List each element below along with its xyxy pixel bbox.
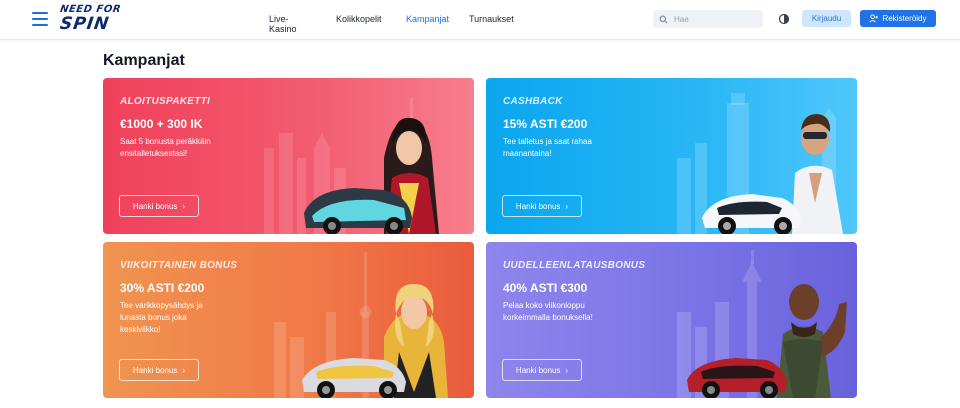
promo-headline: 15% ASTI €200 [503,117,588,131]
promo-illustration [677,250,847,398]
promo-card-reload: UUDELLEENLATAUSBONUS 40% ASTI €300 Pelaa… [486,242,857,398]
nav-item-slots[interactable]: Kolikkopelit [336,14,382,24]
promo-description: Tee talletus ja saat rahaa maanantaina! [503,137,592,158]
promo-headline: €1000 + 300 IK [120,117,203,131]
chevron-right-icon: › [182,201,186,211]
nav-item-tournaments[interactable]: Turnaukset [469,14,514,24]
get-bonus-button[interactable]: Hanki bonus › [502,195,582,217]
promo-tag: CASHBACK [503,96,563,107]
register-button[interactable]: Rekisteröidy [860,10,936,27]
promo-card-welcome: ALOITUSPAKETTI €1000 + 300 IK Saat 5 bon… [103,78,474,234]
promo-headline: 30% ASTI €200 [120,281,205,295]
site-header: NEED FOR SPIN Live-Kasino Kolikkopelit K… [0,0,960,40]
promo-card-cashback: CASHBACK 15% ASTI €200 Tee talletus ja s… [486,78,857,234]
promo-illustration [264,98,439,234]
search-input[interactable] [674,14,754,24]
cta-label: Hanki bonus [515,201,561,211]
user-plus-icon [869,14,879,23]
cta-label: Hanki bonus [132,201,178,211]
page-title: Kampanjat [103,52,185,69]
register-label: Rekisteröidy [882,14,927,23]
chevron-right-icon: › [565,365,569,375]
promo-description: Saat 5 bonusta peräkkäin ensitalletukses… [120,137,211,158]
promo-headline: 40% ASTI €300 [503,281,588,295]
get-bonus-button[interactable]: Hanki bonus › [502,359,582,381]
promo-illustration [677,93,843,234]
nav-item-promotions[interactable]: Kampanjat [406,14,449,24]
promo-tag: ALOITUSPAKETTI [120,96,211,107]
hamburger-menu-icon[interactable] [32,12,48,26]
chevron-right-icon: › [565,201,569,211]
promo-card-weekly: VIIKOITTAINEN BONUS 30% ASTI €200 Tee va… [103,242,474,398]
theme-toggle-icon[interactable] [778,13,790,25]
promo-description: Pelaa koko viikonloppu korkeimmalla bonu… [503,301,593,322]
search-icon [659,15,668,23]
cta-label: Hanki bonus [515,365,561,375]
search-box[interactable] [653,10,763,28]
login-button[interactable]: Kirjaudu [802,10,851,27]
promo-tag: UUDELLEENLATAUSBONUS [503,260,646,271]
promo-illustration [274,252,448,398]
get-bonus-button[interactable]: Hanki bonus › [119,359,199,381]
chevron-right-icon: › [182,365,186,375]
promo-description: Tee varikkopysähdys ja lunasta bonus jok… [120,301,203,334]
cta-label: Hanki bonus [132,365,178,375]
promo-tag: VIIKOITTAINEN BONUS [120,260,238,271]
site-logo[interactable]: NEED FOR SPIN [59,4,132,34]
get-bonus-button[interactable]: Hanki bonus › [119,195,199,217]
nav-item-live-casino[interactable]: Live-Kasino [269,14,297,34]
